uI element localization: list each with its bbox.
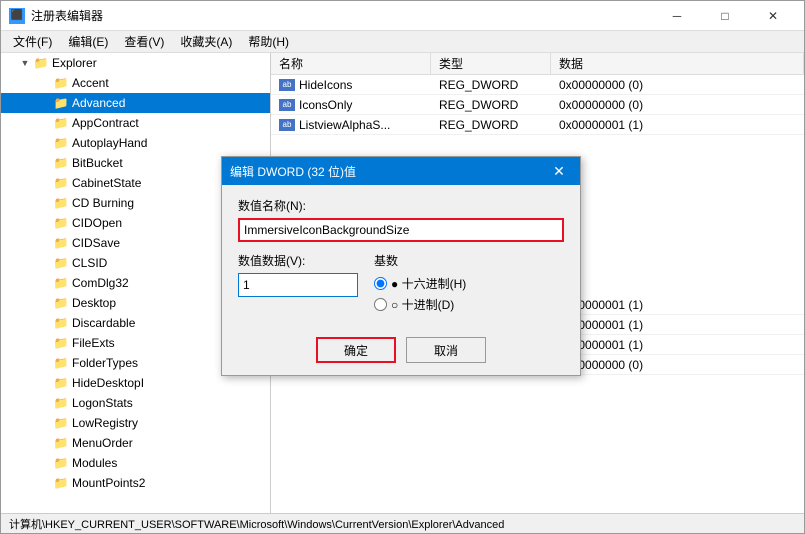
dec-radio[interactable] [374, 298, 387, 311]
value-name-group: 数值名称(N): [238, 197, 564, 242]
hex-label: ● 十六进制(H) [391, 275, 466, 292]
value-name-label: 数值名称(N): [238, 197, 564, 214]
dec-radio-option[interactable]: ○ 十进制(D) [374, 296, 564, 313]
dialog-close-button[interactable]: ✕ [546, 158, 572, 184]
base-label: 基数 [374, 252, 564, 269]
ok-button[interactable]: 确定 [316, 337, 396, 363]
value-data-input[interactable] [238, 273, 358, 297]
cancel-button[interactable]: 取消 [406, 337, 486, 363]
dialog-body: 数值名称(N): 数值数据(V): 基数 ● 十六进制(H) [222, 185, 580, 329]
dialog-footer: 确定 取消 [222, 329, 580, 375]
dialog-title: 编辑 DWORD (32 位)值 [230, 163, 546, 180]
value-name-input[interactable] [238, 218, 564, 242]
dec-label: ○ 十进制(D) [391, 296, 454, 313]
dialog-overlay: 编辑 DWORD (32 位)值 ✕ 数值名称(N): 数值数据(V): [1, 1, 804, 533]
dword-dialog: 编辑 DWORD (32 位)值 ✕ 数值名称(N): 数值数据(V): [221, 156, 581, 376]
value-data-label: 数值数据(V): [238, 252, 358, 269]
hex-radio-option[interactable]: ● 十六进制(H) [374, 275, 564, 292]
hex-radio[interactable] [374, 277, 387, 290]
data-row: 数值数据(V): 基数 ● 十六进制(H) ○ 十进制(D) [238, 252, 564, 317]
registry-editor-window: ⬛ 注册表编辑器 ─ □ ✕ 文件(F) 编辑(E) 查看(V) 收藏夹(A) … [0, 0, 805, 534]
dialog-title-bar: 编辑 DWORD (32 位)值 ✕ [222, 157, 580, 185]
value-data-group: 数值数据(V): [238, 252, 358, 297]
base-group: 基数 ● 十六进制(H) ○ 十进制(D) [374, 252, 564, 317]
